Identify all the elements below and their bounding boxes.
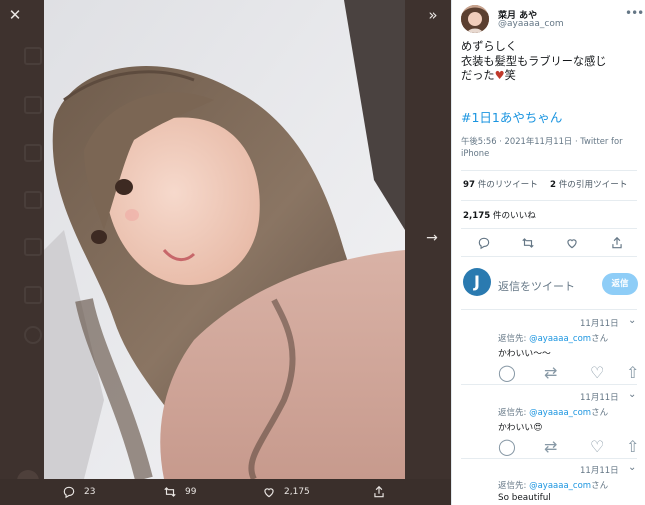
quote-stat[interactable]: 2 件の引用ツイート bbox=[550, 178, 627, 190]
heart-icon[interactable]: ♡ bbox=[590, 437, 604, 456]
share-icon[interactable]: ⇧ bbox=[626, 437, 639, 456]
reply-text: かわいい〜〜 bbox=[498, 349, 551, 359]
tweet-text: めずらしく 衣装も髪型もラブリーな感じ だった♥笑 bbox=[461, 40, 637, 84]
tweet-line-3-text: だった bbox=[461, 69, 495, 82]
chevron-down-icon[interactable]: ⌄ bbox=[628, 315, 636, 326]
reply-to-user[interactable]: @ayaaaa_com bbox=[529, 481, 591, 491]
divider bbox=[461, 309, 637, 310]
retweet-stat-count: 97 bbox=[463, 180, 475, 190]
retweet-icon[interactable]: ⇄ bbox=[544, 437, 557, 456]
hashtag-link[interactable]: #1日1あやちゃん bbox=[461, 107, 562, 126]
like-stat-count: 2,175 bbox=[463, 211, 491, 221]
chevron-down-icon[interactable]: ⌄ bbox=[628, 462, 636, 473]
divider bbox=[461, 256, 637, 257]
heart-icon[interactable] bbox=[565, 236, 579, 250]
reply-time[interactable]: 11月11日 bbox=[580, 317, 619, 329]
viewer-retweet-button[interactable]: 99 bbox=[163, 483, 196, 501]
tweet-photo bbox=[44, 0, 405, 479]
reply-to-prefix: 返信先: bbox=[498, 334, 530, 344]
reply-to-suffix: さん bbox=[591, 408, 609, 418]
viewer-action-bar: 23 99 2,175 bbox=[0, 479, 451, 505]
reply-icon[interactable]: ◯ bbox=[498, 437, 516, 456]
heart-icon bbox=[264, 488, 274, 498]
reply-to: 返信先: @ayaaaa_comさん bbox=[498, 332, 608, 344]
tweet-line-2: 衣装も髪型もラブリーな感じ bbox=[461, 54, 607, 68]
viewer-share-button[interactable] bbox=[372, 483, 394, 501]
reply-input[interactable]: 返信をツイート bbox=[498, 278, 575, 294]
reply-item[interactable]: 11月11日 ⌄ 返信先: @ayaaaa_comさん かわいい〜〜 ◯ ⇄ ♡… bbox=[452, 314, 645, 384]
reply-time[interactable]: 11月11日 bbox=[580, 391, 619, 403]
compose-avatar: J bbox=[463, 268, 491, 296]
reply-to: 返信先: @ayaaaa_comさん bbox=[498, 479, 608, 491]
tweet-line-3-suffix: 笑 bbox=[504, 69, 516, 82]
reply-submit-button[interactable]: 返信 bbox=[602, 273, 638, 295]
viewer-reply-count: 23 bbox=[84, 487, 96, 497]
close-icon[interactable]: ✕ bbox=[6, 6, 24, 24]
chevron-down-icon[interactable]: ⌄ bbox=[628, 389, 636, 400]
reply-to-prefix: 返信先: bbox=[498, 408, 530, 418]
reply-to-prefix: 返信先: bbox=[498, 481, 530, 491]
divider bbox=[461, 458, 637, 459]
retweet-stat[interactable]: 97 件のリツイート bbox=[463, 178, 538, 190]
quote-stat-label: 件の引用ツイート bbox=[555, 180, 628, 190]
avatar[interactable] bbox=[461, 5, 489, 33]
reply-time[interactable]: 11月11日 bbox=[580, 464, 619, 476]
like-stat-label: 件のいいね bbox=[490, 211, 536, 221]
viewer-like-count: 2,175 bbox=[284, 487, 310, 497]
divider bbox=[461, 170, 637, 171]
reply-text: かわいい😍 bbox=[498, 423, 543, 433]
tweet-timestamp[interactable]: 午後5:56 · 2021年11月11日 · Twitter for iPhon… bbox=[461, 135, 637, 159]
reply-actions: ◯ ⇄ ♡ ⇧ bbox=[498, 363, 639, 382]
reply-to-user[interactable]: @ayaaaa_com bbox=[529, 408, 591, 418]
reply-text: So beautiful bbox=[498, 493, 551, 503]
retweet-icon[interactable]: ⇄ bbox=[544, 363, 557, 382]
reply-icon bbox=[63, 486, 75, 499]
reply-icon[interactable] bbox=[477, 236, 491, 250]
viewer-retweet-count: 99 bbox=[185, 487, 197, 497]
share-icon[interactable] bbox=[610, 236, 624, 250]
author-handle[interactable]: @ayaaaa_com bbox=[498, 19, 564, 29]
share-icon bbox=[374, 485, 384, 498]
media-viewer: ✕ » → 23 99 2,175 bbox=[0, 0, 451, 505]
arrow-right-icon[interactable]: → bbox=[423, 229, 441, 247]
more-options-icon[interactable]: ••• bbox=[625, 6, 644, 20]
viewer-reply-button[interactable]: 23 bbox=[62, 483, 95, 501]
reply-to: 返信先: @ayaaaa_comさん bbox=[498, 406, 608, 418]
tweet-line-3: だった♥笑 bbox=[461, 69, 637, 84]
viewer-like-button[interactable]: 2,175 bbox=[262, 483, 310, 501]
divider bbox=[461, 384, 637, 385]
share-icon[interactable]: ⇧ bbox=[626, 363, 639, 382]
divider bbox=[461, 200, 637, 201]
like-stat[interactable]: 2,175 件のいいね bbox=[463, 209, 536, 221]
heart-icon[interactable]: ♡ bbox=[590, 363, 604, 382]
reply-actions: ◯ ⇄ ♡ ⇧ bbox=[498, 437, 639, 456]
retweet-icon bbox=[164, 487, 176, 497]
reply-to-suffix: さん bbox=[591, 334, 609, 344]
reply-to-user[interactable]: @ayaaaa_com bbox=[529, 334, 591, 344]
retweet-icon[interactable] bbox=[521, 236, 535, 250]
divider bbox=[461, 228, 637, 229]
tweet-detail-panel: 菜月 あや @ayaaaa_com ••• めずらしく 衣装も髪型もラブリーな感… bbox=[451, 0, 645, 505]
reply-to-suffix: さん bbox=[591, 481, 609, 491]
double-chevron-right-icon[interactable]: » bbox=[424, 6, 442, 24]
reply-item[interactable]: 11月11日 ⌄ 返信先: @ayaaaa_comさん かわいい😍 ◯ ⇄ ♡ … bbox=[452, 388, 645, 458]
heart-emoji-icon: ♥ bbox=[494, 69, 505, 82]
tweet-line-1: めずらしく bbox=[461, 40, 517, 53]
reply-item[interactable]: 11月11日 ⌄ 返信先: @ayaaaa_comさん So beautiful bbox=[452, 461, 645, 505]
retweet-stat-label: 件のリツイート bbox=[474, 180, 538, 190]
reply-icon[interactable]: ◯ bbox=[498, 363, 516, 382]
